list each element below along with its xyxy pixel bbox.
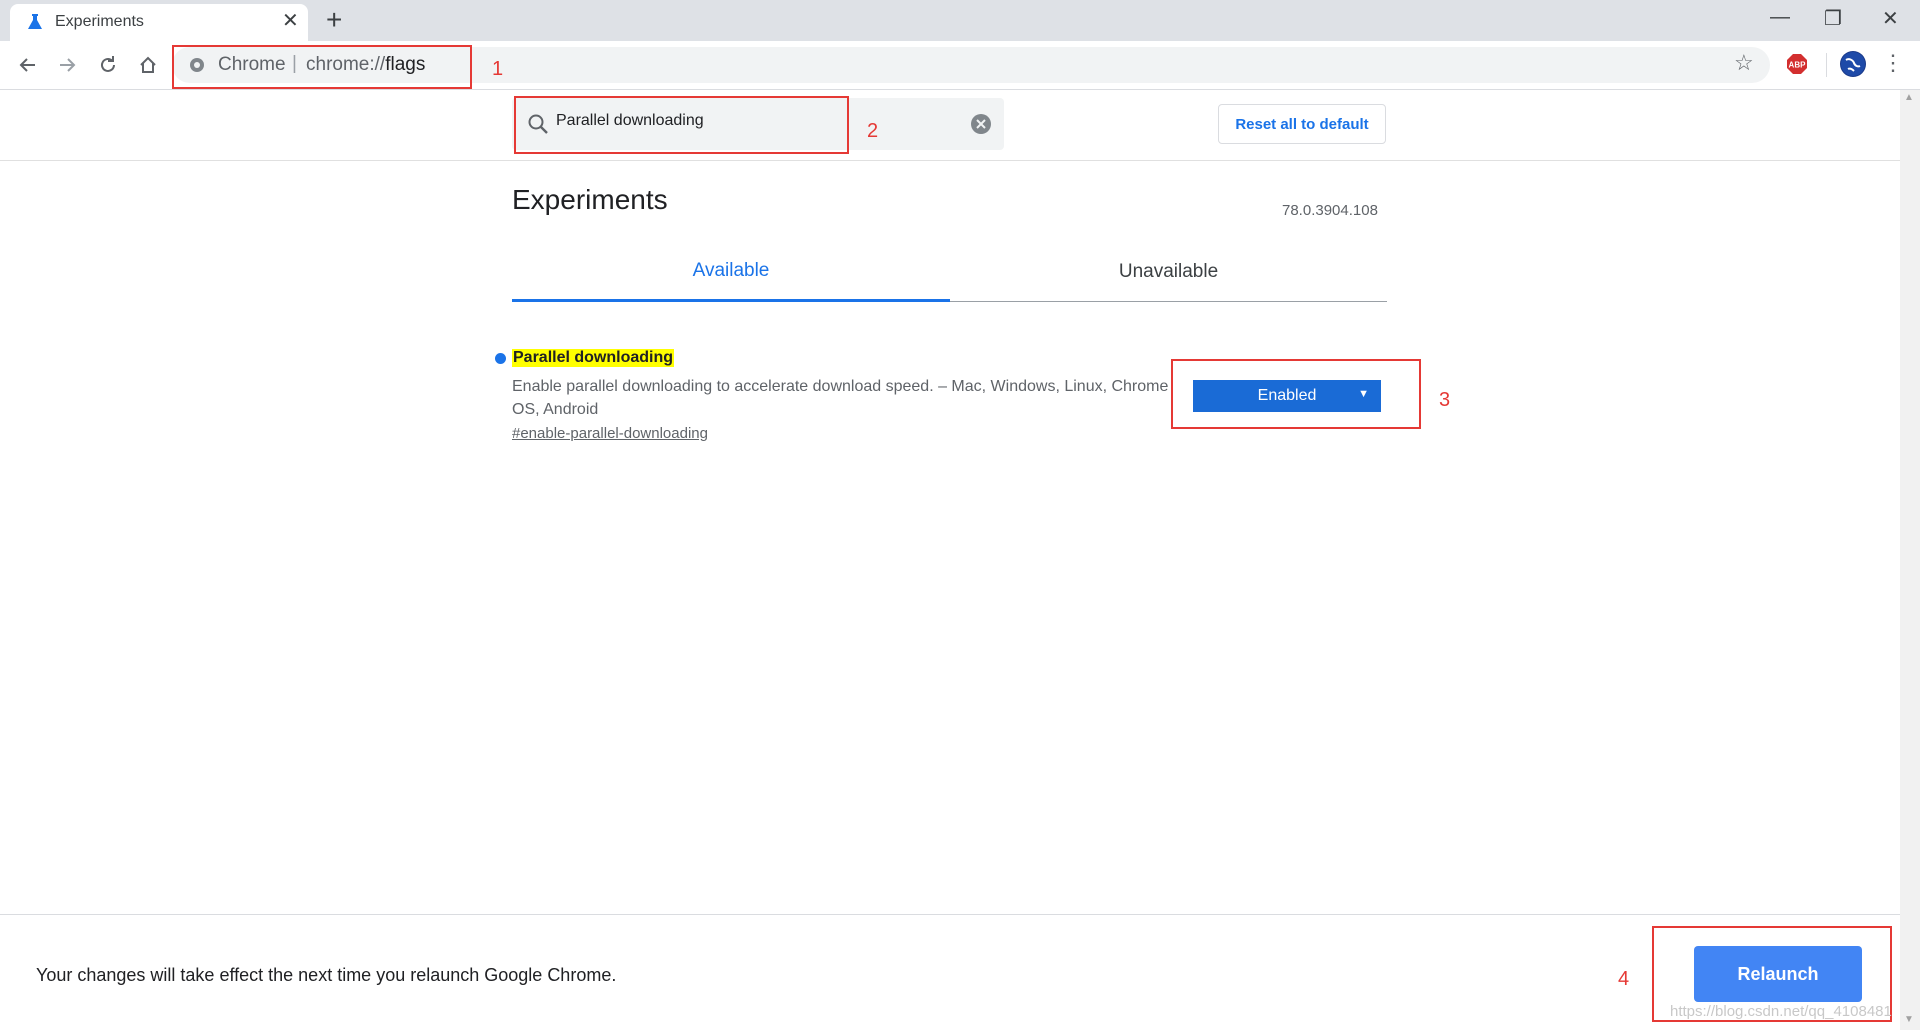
forward-button[interactable] <box>53 51 81 79</box>
minimize-button[interactable]: — <box>1770 6 1790 29</box>
modified-flag-indicator <box>495 353 506 364</box>
clear-search-icon[interactable] <box>970 113 992 135</box>
home-icon <box>140 56 156 73</box>
globe-icon <box>1841 52 1865 76</box>
search-header: Reset all to default <box>0 90 1900 161</box>
flag-description: Enable parallel downloading to accelerat… <box>512 378 1169 418</box>
version-number: 78.0.3904.108 <box>1282 202 1378 219</box>
reset-all-button[interactable]: Reset all to default <box>1218 104 1386 144</box>
adblock-plus-icon[interactable]: ABP <box>1786 53 1808 75</box>
bookmark-star-icon[interactable]: ☆ <box>1734 50 1754 76</box>
scroll-up-icon[interactable]: ▲ <box>1904 92 1914 103</box>
more-menu-icon[interactable]: ⋮ <box>1882 51 1904 75</box>
annotation-box-1 <box>172 45 472 89</box>
annotation-box-3 <box>1171 359 1421 429</box>
tab-strip: Experiments ✕ + — ❐ ✕ <box>0 0 1920 41</box>
window-close-button[interactable]: ✕ <box>1882 6 1899 31</box>
reload-icon <box>101 56 115 72</box>
back-button[interactable] <box>14 51 42 79</box>
annotation-number-1: 1 <box>492 58 504 80</box>
page-title: Experiments <box>512 184 668 215</box>
annotation-number-2: 2 <box>867 120 879 142</box>
page-scrollbar[interactable]: ▲ ▼ <box>1900 90 1920 1030</box>
annotation-box-2 <box>514 96 849 154</box>
reload-button[interactable] <box>94 51 122 79</box>
tab-close-icon[interactable]: ✕ <box>282 10 299 32</box>
scroll-down-icon[interactable]: ▼ <box>1904 1014 1914 1025</box>
flag-permalink[interactable]: #enable-parallel-downloading <box>512 425 708 442</box>
arrow-left-icon <box>19 58 35 72</box>
restore-button[interactable]: ❐ <box>1824 6 1842 31</box>
annotation-number-3: 3 <box>1439 389 1451 411</box>
flask-icon <box>28 14 42 29</box>
tab-available[interactable]: Available <box>512 256 950 302</box>
abp-label: ABP <box>1789 61 1807 70</box>
relaunch-bar: Your changes will take effect the next t… <box>0 914 1900 1031</box>
flag-title: Parallel downloading <box>512 349 675 367</box>
tab-unavailable[interactable]: Unavailable <box>950 256 1387 302</box>
arrow-right-icon <box>60 58 76 72</box>
new-tab-button[interactable]: + <box>326 6 342 34</box>
tab-title: Experiments <box>55 13 144 30</box>
profile-avatar[interactable] <box>1840 51 1866 77</box>
browser-tab-experiments[interactable]: Experiments ✕ <box>10 4 308 41</box>
relaunch-message: Your changes will take effect the next t… <box>36 965 617 985</box>
home-button[interactable] <box>134 51 162 79</box>
toolbar-divider <box>1826 53 1827 77</box>
annotation-number-4: 4 <box>1618 968 1630 990</box>
watermark-text: https://blog.csdn.net/qq_4108481 <box>1670 1003 1892 1020</box>
